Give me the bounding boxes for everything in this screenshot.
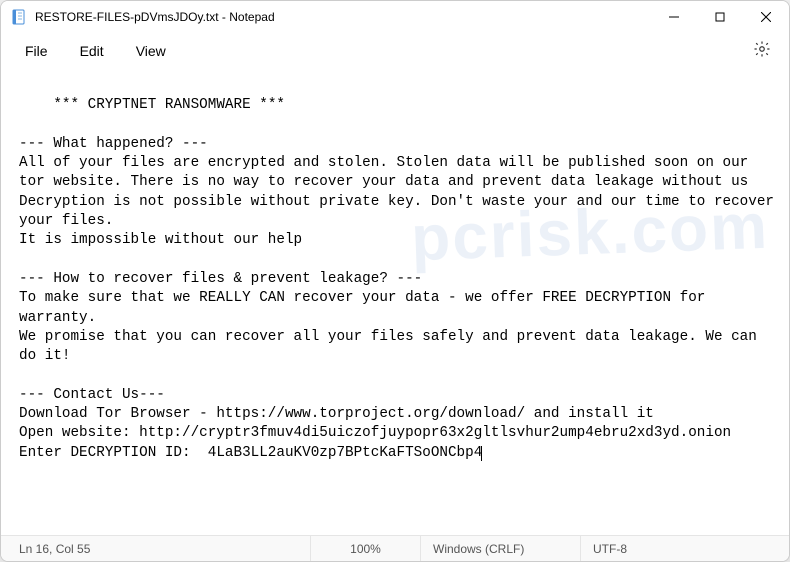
notepad-window: RESTORE-FILES-pDVmsJDOy.txt - Notepad Fi… <box>0 0 790 562</box>
window-controls <box>651 1 789 33</box>
titlebar: RESTORE-FILES-pDVmsJDOy.txt - Notepad <box>1 1 789 33</box>
status-line-ending: Windows (CRLF) <box>421 536 581 561</box>
status-zoom[interactable]: 100% <box>311 536 421 561</box>
maximize-button[interactable] <box>697 1 743 33</box>
statusbar: Ln 16, Col 55 100% Windows (CRLF) UTF-8 <box>1 535 789 561</box>
status-encoding: UTF-8 <box>581 536 789 561</box>
window-title: RESTORE-FILES-pDVmsJDOy.txt - Notepad <box>35 10 275 24</box>
text-editor-area[interactable]: pcrisk.com*** CRYPTNET RANSOMWARE *** --… <box>1 69 789 535</box>
notepad-icon <box>11 9 27 25</box>
settings-button[interactable] <box>743 34 781 69</box>
status-cursor-position: Ln 16, Col 55 <box>1 536 311 561</box>
menu-file[interactable]: File <box>9 37 64 65</box>
menu-edit[interactable]: Edit <box>64 37 120 65</box>
menu-view[interactable]: View <box>120 37 182 65</box>
document-body: *** CRYPTNET RANSOMWARE *** --- What hap… <box>19 97 783 460</box>
menubar: File Edit View <box>1 33 789 69</box>
minimize-button[interactable] <box>651 1 697 33</box>
text-caret <box>481 446 482 461</box>
close-button[interactable] <box>743 1 789 33</box>
